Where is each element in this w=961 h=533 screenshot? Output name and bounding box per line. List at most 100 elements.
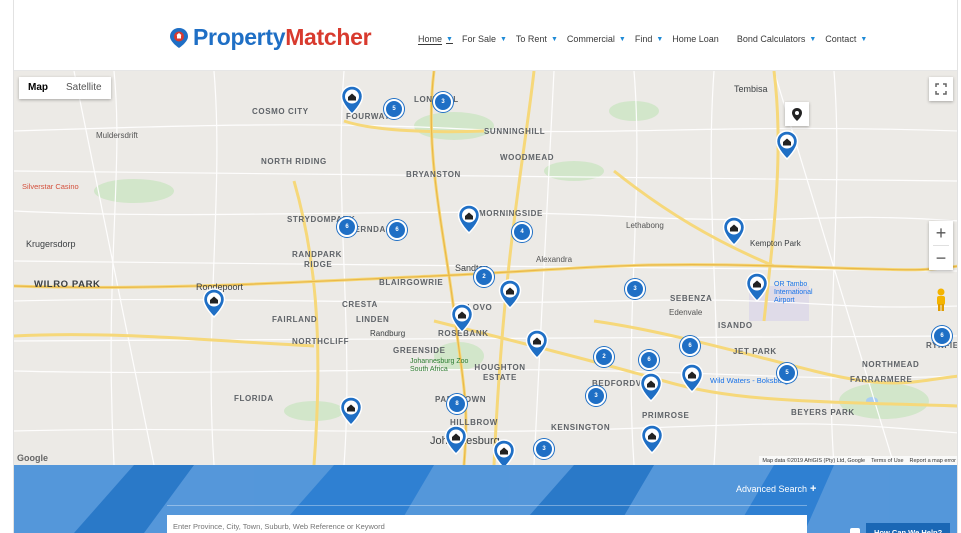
- cluster-marker[interactable]: 2: [474, 267, 494, 287]
- place-label: LINDEN: [356, 315, 390, 324]
- property-pin[interactable]: [457, 204, 481, 234]
- nav-home-loan[interactable]: Home Loan: [672, 34, 719, 44]
- home-marker-icon: [498, 279, 522, 309]
- help-chat-widget[interactable]: How Can We Help?: [850, 523, 951, 533]
- place-label: BLAIRGOWRIE: [379, 278, 444, 287]
- home-marker-icon: [745, 272, 769, 302]
- cluster-marker[interactable]: 5: [384, 99, 404, 119]
- nav-contact-label: Contact: [825, 34, 857, 44]
- search-band: Advanced Search+ How Can We Help?: [14, 465, 957, 533]
- chat-bubble-icon: [850, 527, 860, 533]
- home-marker-icon: [722, 216, 746, 246]
- property-pin[interactable]: [498, 279, 522, 309]
- place-label: COSMO CITY: [252, 107, 309, 116]
- place-label: WILRO PARK: [34, 279, 101, 290]
- place-label: PRIMROSE: [642, 411, 690, 420]
- place-label: JET PARK: [733, 347, 777, 356]
- property-pin[interactable]: [339, 396, 363, 426]
- nav-home-label: Home: [418, 34, 443, 44]
- my-location-button[interactable]: [785, 102, 809, 126]
- place-label: SEBENZA: [670, 294, 713, 303]
- nav-to-rent[interactable]: To Rent ▼: [516, 34, 558, 44]
- nav-bond-calculators[interactable]: Bond Calculators ▼: [737, 34, 816, 44]
- property-pin[interactable]: [745, 272, 769, 302]
- place-label: MORNINGSIDE: [479, 209, 543, 218]
- property-pin[interactable]: [450, 303, 474, 333]
- place-label: KENSINGTON: [551, 423, 611, 432]
- advanced-search-label: Advanced Search: [736, 484, 808, 494]
- chevron-down-icon: ▼: [446, 35, 453, 43]
- cluster-marker[interactable]: 3: [534, 439, 554, 459]
- fullscreen-button[interactable]: [929, 77, 953, 101]
- chevron-down-icon: ▼: [618, 35, 626, 43]
- place-label: RIDGE: [304, 260, 333, 269]
- main-nav: Home ▼ For Sale ▼ To Rent ▼ Commercial ▼ Fin…: [418, 34, 876, 44]
- cluster-marker[interactable]: 2: [594, 347, 614, 367]
- property-pin[interactable]: [775, 130, 799, 160]
- nav-bond-calculators-label: Bond Calculators: [736, 34, 806, 44]
- nav-commercial[interactable]: Commercial ▼: [567, 34, 626, 44]
- cluster-marker[interactable]: 3: [433, 92, 453, 112]
- map-attribution: Map data ©2019 AfriGIS (Pty) Ltd, Google…: [759, 456, 957, 465]
- property-pin[interactable]: [722, 216, 746, 246]
- property-pin[interactable]: [340, 85, 364, 115]
- search-input[interactable]: [167, 515, 807, 533]
- cluster-marker[interactable]: 6: [387, 220, 407, 240]
- street-view-pegman-icon[interactable]: [933, 288, 949, 312]
- map-data-credit: Map data ©2019 AfriGIS (Pty) Ltd, Google: [762, 457, 866, 464]
- cluster-marker[interactable]: 3: [625, 279, 645, 299]
- terms-of-use-link[interactable]: Terms of Use: [871, 458, 903, 464]
- property-pin[interactable]: [525, 329, 549, 359]
- property-pin[interactable]: [640, 424, 664, 454]
- report-error-link[interactable]: Report a map error: [910, 458, 956, 464]
- home-marker-icon: [680, 363, 704, 393]
- place-label: Tembisa: [734, 84, 768, 94]
- place-label: ISANDO: [718, 321, 753, 330]
- place-label: CRESTA: [342, 300, 378, 309]
- cluster-marker[interactable]: 6: [680, 336, 700, 356]
- place-label: FAIRLAND: [272, 315, 318, 324]
- place-label: Kempton Park: [750, 239, 801, 248]
- home-marker-icon: [202, 288, 226, 318]
- site-header: PropertyMatcher Home ▼ For Sale ▼ To Rent ▼…: [14, 0, 957, 71]
- chevron-down-icon: ▼: [499, 35, 507, 43]
- cluster-marker[interactable]: 6: [932, 326, 952, 346]
- cluster-marker[interactable]: 5: [777, 363, 797, 383]
- chevron-down-icon: ▼: [550, 35, 558, 43]
- cluster-marker[interactable]: 6: [337, 217, 357, 237]
- property-pin[interactable]: [680, 363, 704, 393]
- property-pin[interactable]: [492, 439, 516, 465]
- chevron-down-icon: ▼: [860, 35, 868, 43]
- chevron-down-icon: ▼: [809, 35, 817, 43]
- map-type-map-button[interactable]: Map: [19, 77, 57, 99]
- brand-name-part2: Matcher: [285, 24, 372, 50]
- place-label: SUNNINGHILL: [484, 127, 546, 136]
- nav-contact[interactable]: Contact ▼: [825, 34, 867, 44]
- place-label: Muldersdrift: [96, 131, 138, 140]
- brand-logo[interactable]: PropertyMatcher: [168, 24, 372, 51]
- nav-for-sale[interactable]: For Sale ▼: [462, 34, 507, 44]
- home-marker-icon: [640, 424, 664, 454]
- place-label: OR Tambo International Airport: [774, 281, 813, 304]
- cluster-marker[interactable]: 6: [639, 350, 659, 370]
- zoom-out-button[interactable]: −: [929, 246, 953, 270]
- zoom-in-button[interactable]: +: [929, 221, 953, 245]
- property-map[interactable]: COSMO CITY LONEHILL FOURWAYS SUNNINGHILL…: [14, 71, 957, 465]
- nav-home[interactable]: Home ▼: [418, 34, 453, 44]
- nav-find[interactable]: Find ▼: [635, 34, 663, 44]
- cluster-marker[interactable]: 4: [512, 222, 532, 242]
- place-label: Edenvale: [669, 308, 703, 317]
- property-pin[interactable]: [639, 372, 663, 402]
- map-type-satellite-button[interactable]: Satellite: [57, 77, 111, 99]
- place-label: BEYERS PARK: [791, 408, 855, 417]
- home-marker-icon: [450, 303, 474, 333]
- advanced-search-link[interactable]: Advanced Search +: [736, 483, 816, 495]
- cluster-marker[interactable]: 8: [447, 394, 467, 414]
- place-label: FARRARMERE: [850, 375, 913, 384]
- property-pin[interactable]: [202, 288, 226, 318]
- place-label: Wild Waters - Boksburg: [710, 376, 789, 385]
- property-pin[interactable]: [444, 425, 468, 455]
- nav-home-loan-label: Home Loan: [672, 34, 719, 44]
- cluster-marker[interactable]: 3: [586, 386, 606, 406]
- place-label: NORTHCLIFF: [292, 337, 350, 346]
